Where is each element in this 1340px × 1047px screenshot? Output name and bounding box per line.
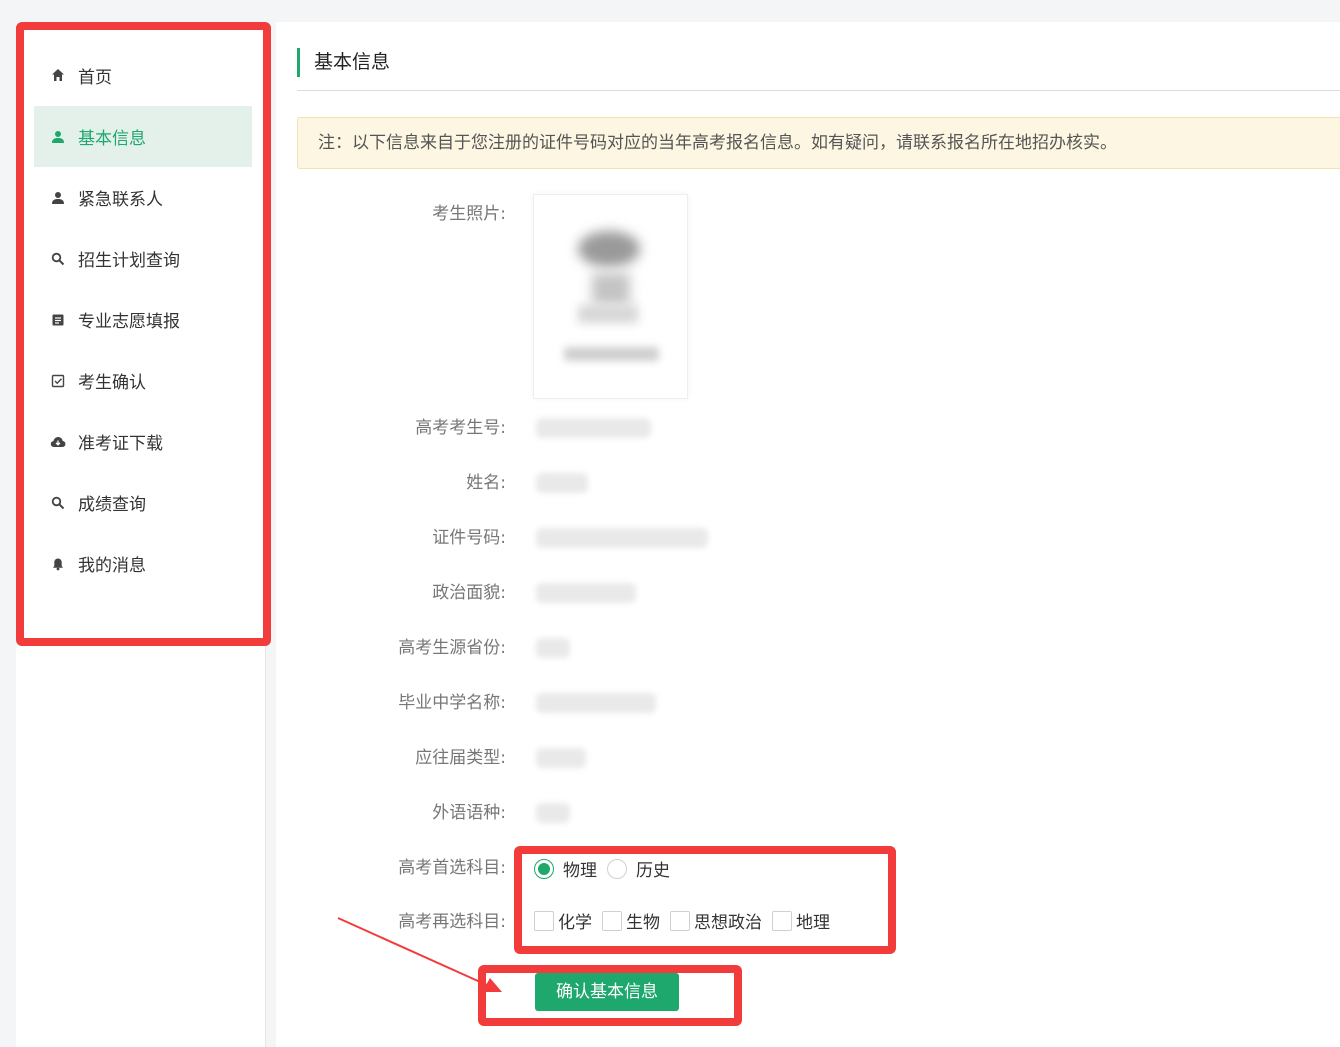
radio-label: 历史 xyxy=(636,861,670,881)
checkbox-label: 化学 xyxy=(558,913,592,933)
redacted-value xyxy=(536,528,708,548)
main-content: 基本信息 注：以下信息来自于您注册的证件号码对应的当年高考报名信息。如有疑问，请… xyxy=(276,22,1340,1047)
checkbox-option-geography[interactable]: 地理 xyxy=(772,908,830,933)
sidebar-item-label: 考生确认 xyxy=(78,373,146,393)
checkbox[interactable] xyxy=(670,910,690,931)
checkbox-label: 生物 xyxy=(626,913,660,933)
field-row-id-number: 证件号码: xyxy=(276,523,1340,553)
sidebar-item-score-query[interactable]: 成绩查询 xyxy=(34,472,252,533)
redacted-value xyxy=(536,473,588,493)
page-title: 基本信息 xyxy=(297,48,390,77)
notice-banner: 注：以下信息来自于您注册的证件号码对应的当年高考报名信息。如有疑问，请联系报名所… xyxy=(297,117,1340,169)
candidate-photo xyxy=(533,194,688,399)
radio-option-history[interactable]: 历史 xyxy=(607,856,670,881)
bell-icon xyxy=(50,556,66,572)
sidebar-item-label: 成绩查询 xyxy=(78,495,146,515)
sidebar-item-admission-ticket[interactable]: 准考证下载 xyxy=(34,411,252,472)
sidebar-item-candidate-confirm[interactable]: 考生确认 xyxy=(34,350,252,411)
sidebar-item-label: 我的消息 xyxy=(78,556,146,576)
field-row-exam-number: 高考考生号: xyxy=(276,413,1340,443)
field-label: 高考考生号: xyxy=(415,418,506,438)
field-row-province: 高考生源省份: xyxy=(276,633,1340,663)
radio-button[interactable] xyxy=(607,858,627,879)
field-row-graduate-type: 应往届类型: xyxy=(276,743,1340,773)
sidebar: 首页 基本信息 紧急联系人 招生计划查询 专业志愿填报 考生确认 准考证下载 成… xyxy=(16,22,266,1047)
divider xyxy=(297,90,1340,91)
radio-option-physics[interactable]: 物理 xyxy=(534,856,597,881)
field-label: 应往届类型: xyxy=(415,748,506,768)
field-label: 政治面貌: xyxy=(432,583,506,603)
field-label: 毕业中学名称: xyxy=(398,693,506,713)
search-icon xyxy=(50,495,66,511)
person-icon xyxy=(50,190,66,206)
checkbox-label: 地理 xyxy=(796,913,830,933)
confirm-basic-info-button[interactable]: 确认基本信息 xyxy=(535,973,679,1011)
field-row-name: 姓名: xyxy=(276,468,1340,498)
field-label: 证件号码: xyxy=(432,528,506,548)
redacted-value xyxy=(536,638,570,658)
first-subject-radio-group: 物理 历史 xyxy=(534,856,680,881)
sidebar-item-label: 首页 xyxy=(78,67,112,88)
sidebar-item-my-messages[interactable]: 我的消息 xyxy=(34,533,252,594)
sidebar-item-major-application[interactable]: 专业志愿填报 xyxy=(34,289,252,350)
photo-row: 考生照片: xyxy=(276,199,1340,229)
sidebar-item-label: 专业志愿填报 xyxy=(78,312,180,332)
field-row-language: 外语语种: xyxy=(276,798,1340,828)
cloud-download-icon xyxy=(50,434,66,450)
field-label: 高考首选科目: xyxy=(398,858,506,878)
field-label: 高考生源省份: xyxy=(398,638,506,658)
checkbox-option-chemistry[interactable]: 化学 xyxy=(534,908,592,933)
checkbox-option-politics[interactable]: 思想政治 xyxy=(670,908,762,933)
sidebar-item-admission-plan[interactable]: 招生计划查询 xyxy=(34,228,252,289)
redacted-value xyxy=(536,693,656,713)
redacted-value xyxy=(536,583,636,603)
field-row-first-subject: 高考首选科目: xyxy=(276,853,1340,883)
sidebar-item-label: 招生计划查询 xyxy=(78,251,180,271)
home-icon xyxy=(50,67,66,83)
radio-label: 物理 xyxy=(563,861,597,881)
sidebar-menu: 首页 基本信息 紧急联系人 招生计划查询 专业志愿填报 考生确认 准考证下载 成… xyxy=(34,44,252,594)
field-label: 姓名: xyxy=(466,473,506,493)
sidebar-item-label: 准考证下载 xyxy=(78,434,163,454)
redacted-value xyxy=(536,748,586,768)
document-icon xyxy=(50,312,66,328)
field-row-political-status: 政治面貌: xyxy=(276,578,1340,608)
sidebar-item-basic-info[interactable]: 基本信息 xyxy=(34,106,252,167)
checkbox-icon xyxy=(50,373,66,389)
checkbox-label: 思想政治 xyxy=(694,913,762,933)
second-subject-checkbox-group: 化学 生物 思想政治 地理 xyxy=(534,908,840,933)
sidebar-item-emergency-contact[interactable]: 紧急联系人 xyxy=(34,167,252,228)
redacted-value xyxy=(536,418,651,438)
field-label: 外语语种: xyxy=(432,803,506,823)
field-row-school: 毕业中学名称: xyxy=(276,688,1340,718)
checkbox[interactable] xyxy=(772,910,792,931)
person-icon xyxy=(50,129,66,145)
radio-button[interactable] xyxy=(534,858,554,879)
redacted-value xyxy=(536,803,570,823)
sidebar-item-label: 紧急联系人 xyxy=(78,190,163,210)
checkbox-option-biology[interactable]: 生物 xyxy=(602,908,660,933)
field-label: 考生照片: xyxy=(432,204,506,224)
search-icon xyxy=(50,251,66,267)
annotation-arrow xyxy=(337,917,502,992)
sidebar-item-home[interactable]: 首页 xyxy=(34,44,252,106)
checkbox[interactable] xyxy=(534,910,554,931)
sidebar-item-label: 基本信息 xyxy=(78,129,146,149)
checkbox[interactable] xyxy=(602,910,622,931)
